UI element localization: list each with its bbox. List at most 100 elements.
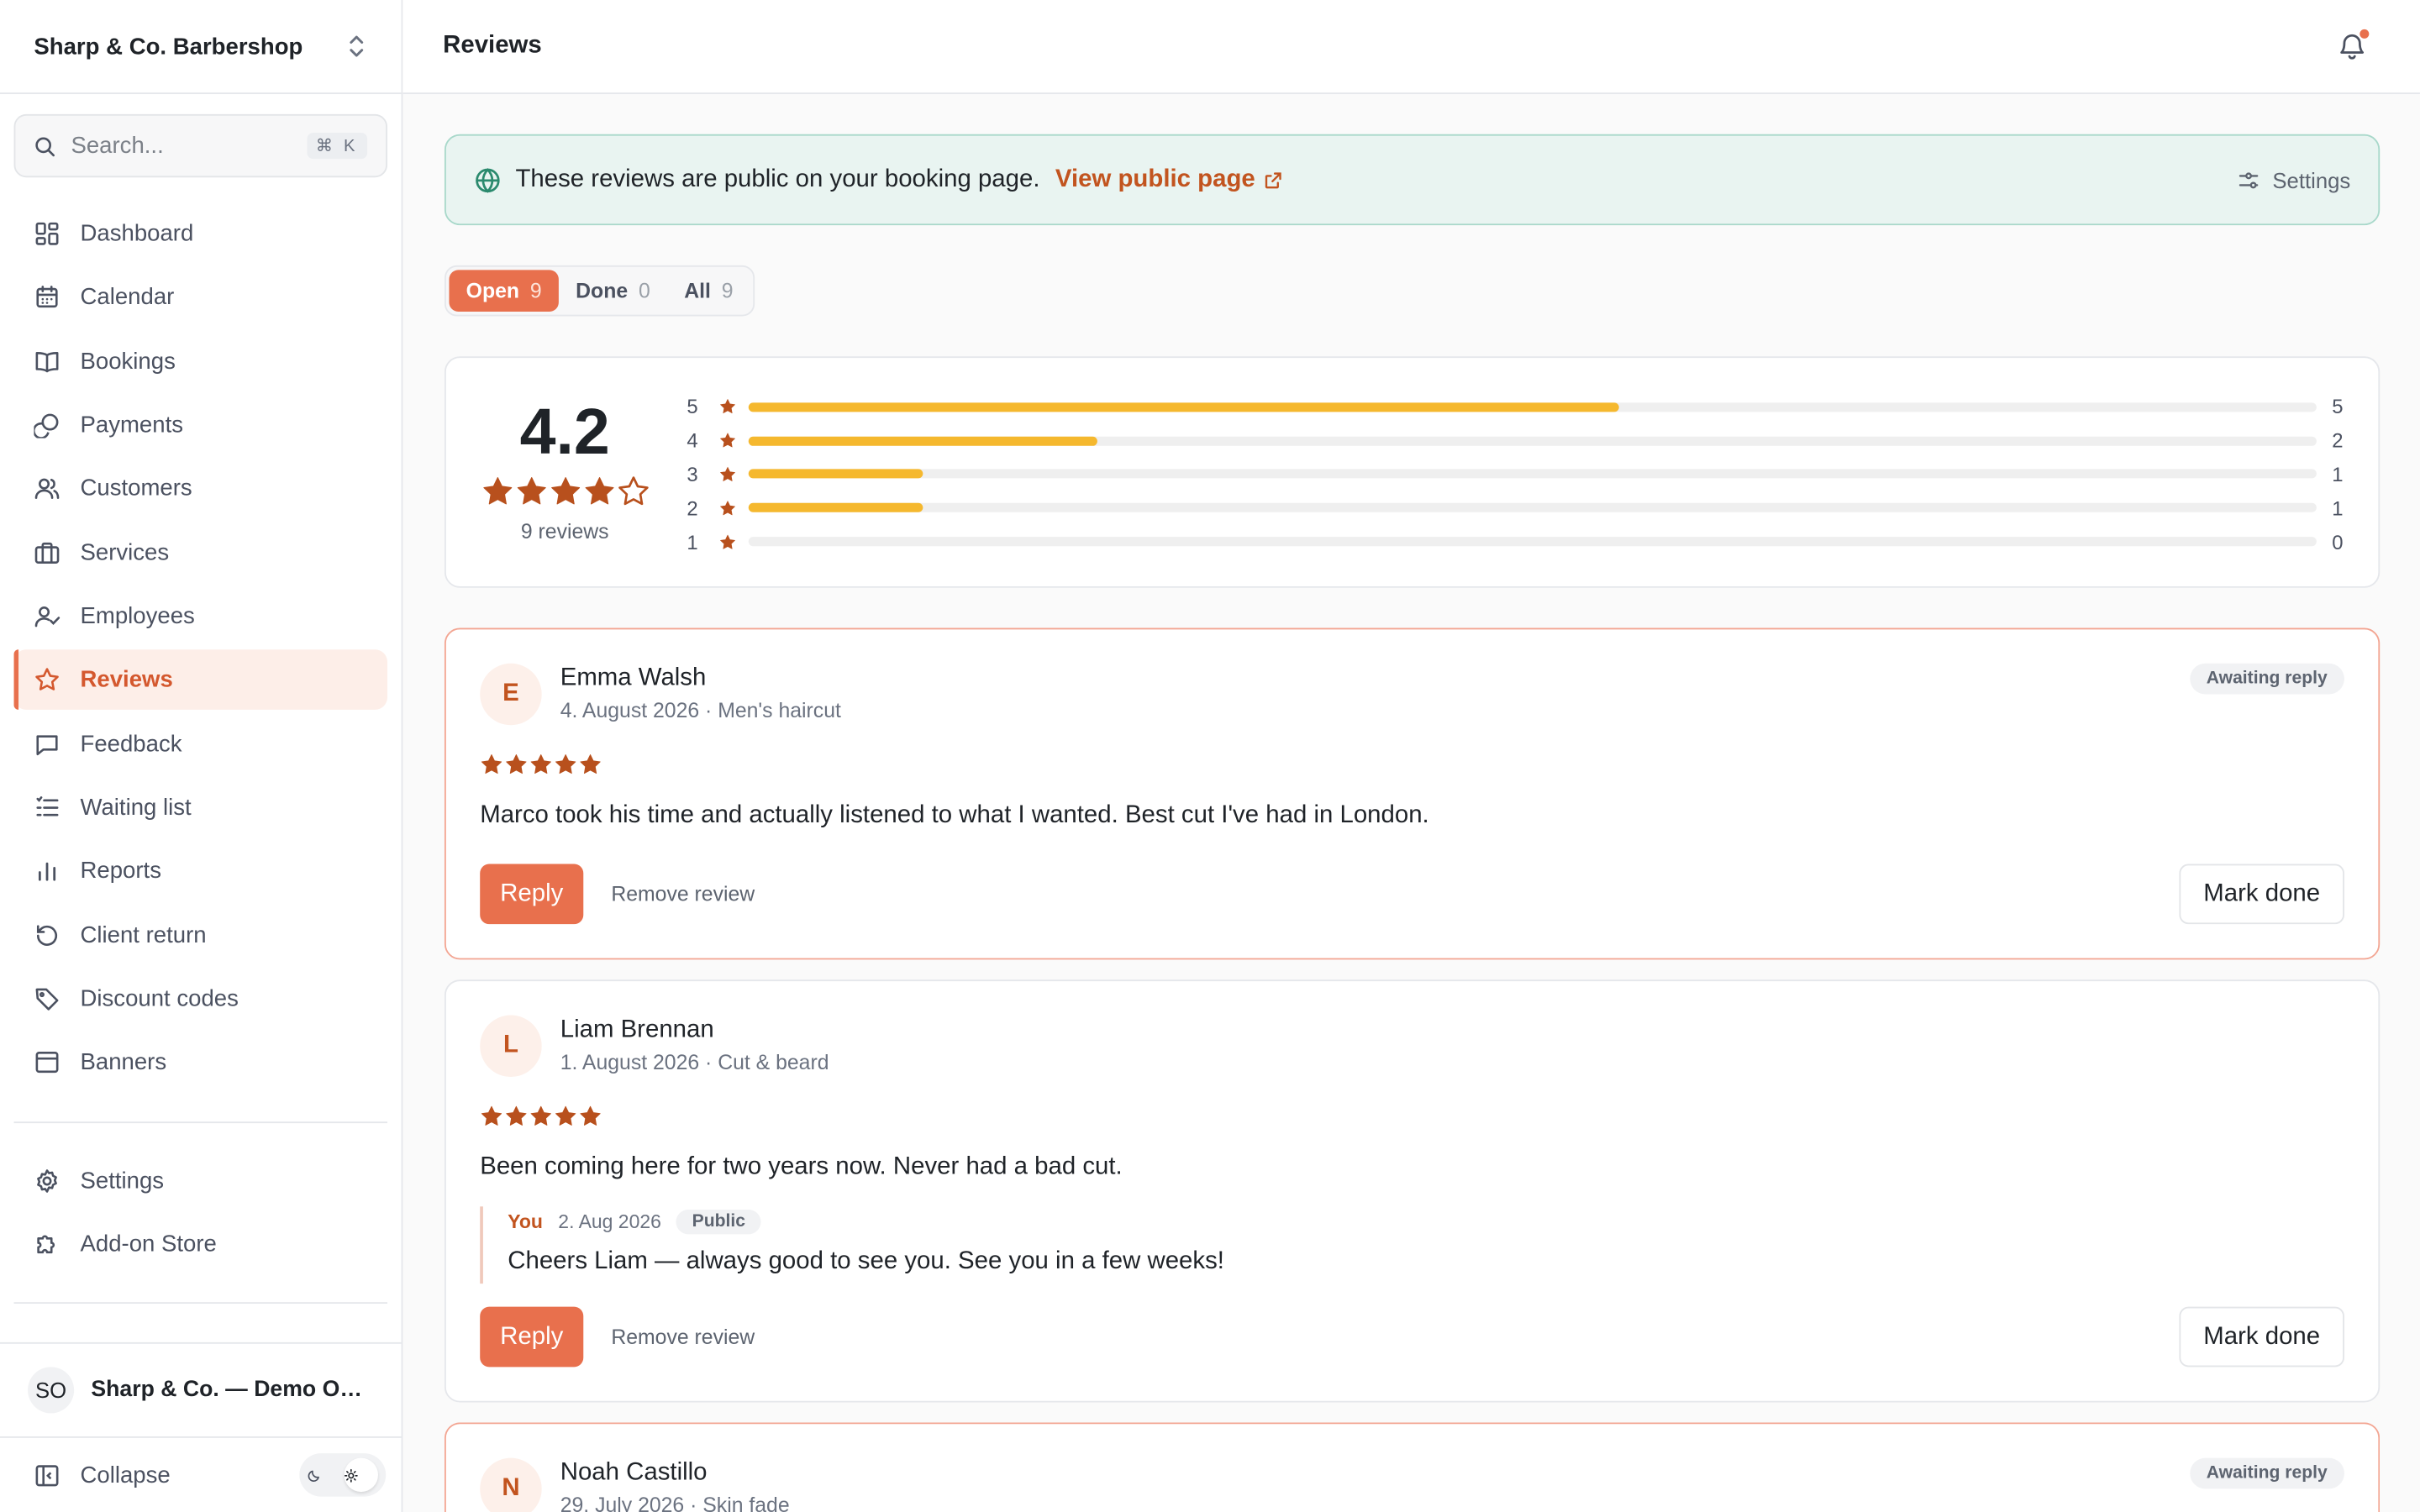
account-menu[interactable]: SO Sharp & Co. — Demo Owner [0, 1341, 402, 1438]
globe-icon [476, 167, 500, 192]
moon-icon [308, 1469, 319, 1482]
remove-review-button[interactable]: Remove review [611, 864, 755, 925]
top-bar: Reviews [402, 0, 2420, 95]
star-filled-icon [506, 1105, 527, 1126]
notifications-button[interactable] [2337, 29, 2370, 62]
distribution-count: 1 [2332, 462, 2344, 486]
distribution-fill [748, 436, 1097, 446]
reply-author: You [508, 1210, 543, 1233]
sidebar-item-settings[interactable]: Settings [14, 1151, 387, 1211]
review-meta: 29. July 2026 · Skin fade [560, 1493, 790, 1512]
star-icon [708, 500, 745, 517]
star-filled-icon [580, 753, 601, 774]
sidebar-item-services[interactable]: Services [14, 522, 387, 583]
search-shortcut: ⌘ K [306, 132, 368, 160]
briefcase-icon [34, 542, 60, 564]
org-switcher[interactable]: Sharp & Co. Barbershop [0, 0, 402, 95]
star-filled-icon [530, 1105, 551, 1126]
status-tabs: Open 9 Done 0 All 9 [444, 265, 755, 317]
theme-toggle[interactable] [299, 1453, 387, 1497]
collapse-button[interactable]: Collapse [0, 1440, 402, 1512]
chevron-up-down-icon [350, 35, 364, 57]
reviewer-avatar: L [480, 1015, 542, 1078]
average-score: 4.2 [519, 395, 610, 468]
sidebar-item-label: Dashboard [80, 220, 194, 247]
sidebar-item-reports[interactable]: Reports [14, 842, 387, 902]
star-outline-icon [618, 476, 648, 506]
banner-text: These reviews are public on your booking… [515, 165, 1040, 192]
view-public-page-link[interactable]: View public page [1055, 165, 1283, 193]
tab-done[interactable]: Done 0 [559, 270, 667, 312]
users-icon [34, 479, 60, 500]
sidebar-item-discount-codes[interactable]: Discount codes [14, 969, 387, 1030]
tab-all[interactable]: All 9 [667, 270, 750, 312]
sidebar-item-bookings[interactable]: Bookings [14, 331, 387, 391]
distribution-track [748, 537, 2317, 547]
sidebar-item-label: Client return [80, 921, 207, 949]
sidebar-item-label: Banners [80, 1049, 167, 1077]
distribution-count: 5 [2332, 395, 2344, 419]
notification-dot [2360, 29, 2370, 39]
sidebar-item-client-return[interactable]: Client return [14, 906, 387, 966]
reply-button[interactable]: Reply [480, 1306, 584, 1368]
collapse-label: Collapse [80, 1462, 171, 1489]
user-name: Sharp & Co. — Demo Owner [91, 1378, 372, 1403]
sidebar-item-waiting-list[interactable]: Waiting list [14, 778, 387, 838]
distribution-row: 55 [687, 391, 2354, 424]
search-input[interactable] [71, 132, 307, 160]
rating-distribution: 55 42 31 21 10 [687, 391, 2354, 559]
distribution-row: 31 [687, 458, 2354, 491]
distribution-row: 42 [687, 424, 2354, 458]
sidebar-item-label: Feedback [80, 731, 182, 758]
star-filled-icon [584, 477, 613, 505]
distribution-stars: 3 [687, 462, 698, 486]
distribution-stars: 2 [687, 496, 698, 520]
theme-light-option[interactable] [344, 1457, 378, 1493]
star-icon [35, 669, 59, 691]
banner-icon [35, 1052, 59, 1074]
distribution-count: 1 [2332, 496, 2344, 520]
distribution-count: 0 [2332, 530, 2344, 554]
tab-count: 9 [529, 279, 542, 302]
sidebar-item-label: Add-on Store [80, 1231, 217, 1258]
sidebar-item-calendar[interactable]: Calendar [14, 267, 387, 328]
tab-count: 9 [721, 279, 734, 302]
theme-dark-option[interactable] [308, 1458, 341, 1492]
sidebar-item-customers[interactable]: Customers [14, 459, 387, 519]
tab-count: 0 [638, 279, 650, 302]
reply-text: Cheers Liam — always good to see you. Se… [508, 1247, 1224, 1275]
avatar: SO [28, 1367, 75, 1414]
bar-chart-icon [38, 863, 56, 882]
review-count: 9 reviews [520, 519, 609, 543]
sidebar-item-employees[interactable]: Employees [14, 586, 387, 647]
reply-button[interactable]: Reply [480, 864, 584, 925]
book-icon [35, 351, 59, 372]
sidebar-item-label: Waiting list [80, 795, 192, 822]
tag-icon [35, 988, 59, 1011]
remove-review-button[interactable]: Remove review [611, 1307, 755, 1368]
calendar-icon [36, 286, 58, 308]
sidebar-item-feedback[interactable]: Feedback [14, 714, 387, 774]
message-icon [36, 734, 58, 755]
sidebar-item-label: Reviews [80, 667, 173, 694]
sidebar-item-banners[interactable]: Banners [14, 1033, 387, 1094]
search-box[interactable]: ⌘ K [13, 113, 388, 178]
sidebar-item-reviews[interactable]: Reviews [13, 649, 388, 711]
distribution-fill [748, 470, 923, 480]
gear-icon [37, 1169, 57, 1193]
distribution-stars: 5 [687, 395, 698, 419]
distribution-track [748, 436, 2317, 446]
distribution-row: 21 [687, 491, 2354, 525]
status-badge: Awaiting reply [2189, 1457, 2344, 1489]
mark-done-button[interactable]: Mark done [2179, 864, 2344, 925]
banner-settings-button[interactable]: Settings [2238, 167, 2350, 192]
reviewer-name: Liam Brennan [560, 1016, 714, 1043]
tab-open[interactable]: Open 9 [449, 270, 559, 312]
view-public-page-label: View public page [1055, 165, 1255, 192]
sidebar-item-add-on-store[interactable]: Add-on Store [14, 1215, 387, 1275]
sidebar-item-payments[interactable]: Payments [14, 395, 387, 455]
sidebar-divider [13, 1121, 388, 1124]
sidebar-item-dashboard[interactable]: Dashboard [14, 203, 387, 264]
mark-done-button[interactable]: Mark done [2179, 1306, 2344, 1368]
banner-settings-label: Settings [2272, 167, 2351, 192]
